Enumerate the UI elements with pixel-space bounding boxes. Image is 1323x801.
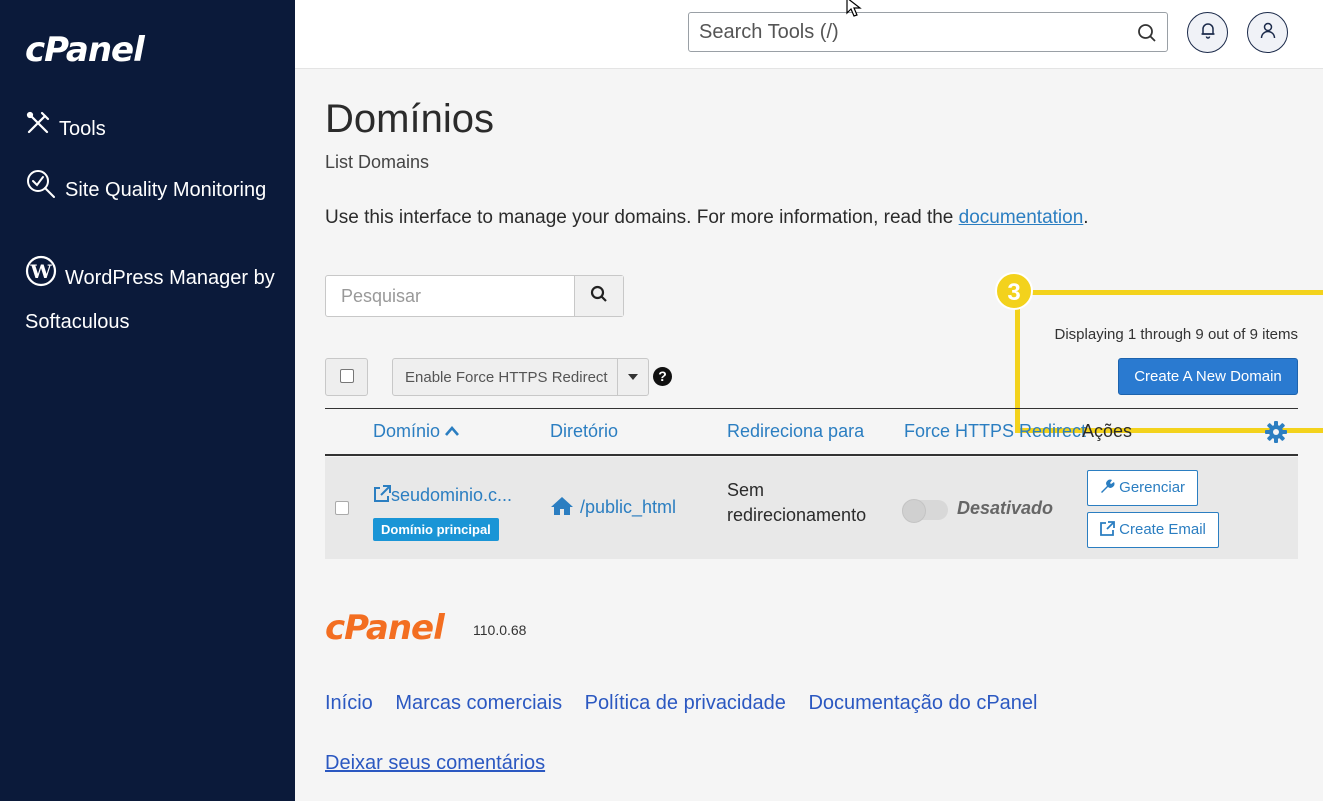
redirect-value: Sem redirecionamento [727,480,867,525]
footer-link-docs[interactable]: Documentação do cPanel [808,692,1037,714]
domain-link[interactable]: seudominio.c... [373,485,512,506]
table-header: Domínio Diretório Redireciona para Force… [325,408,1298,456]
manage-button-label: Gerenciar [1119,479,1186,496]
intro-text-end: . [1083,207,1089,228]
sidebar-item-label: WordPress Manager by Softaculous [25,266,275,333]
footer-cpanel-logo: cPanel [325,608,445,648]
force-https-status: Desativado [957,498,1054,518]
domain-search-input[interactable] [341,286,571,307]
create-email-button[interactable]: Create Email [1087,512,1219,548]
cpanel-logo[interactable]: cPanel [25,30,145,70]
manage-button[interactable]: Gerenciar [1087,470,1199,506]
tools-icon [25,110,51,149]
user-icon [1259,21,1277,44]
page-subtitle: List Domains [325,152,430,172]
domain-name: seudominio.c... [391,485,513,505]
help-icon[interactable]: ? [653,367,672,386]
footer-link-feedback[interactable]: Deixar seus comentários [325,752,545,775]
column-force-https[interactable]: Force HTTPS Redirect [904,421,1086,442]
bulk-https-button[interactable]: Enable Force HTTPS Redirect [392,358,649,396]
bulk-action-dropdown[interactable] [617,359,648,395]
column-domain-label: Domínio [373,421,441,441]
column-actions: Ações [1082,421,1133,441]
page-title: Domínios [325,97,494,141]
version-number: 110.0.68 [473,622,527,638]
intro-text-body: Use this interface to manage your domain… [325,207,959,228]
domain-search-button[interactable] [574,276,623,316]
column-redirect[interactable]: Redireciona para [727,421,864,442]
sidebar-item-tools[interactable]: Tools [25,110,106,149]
primary-domain-badge: Domínio principal [373,518,499,541]
sidebar-item-label: Site Quality Monitoring [65,178,267,201]
gear-icon[interactable] [1265,421,1287,448]
domain-search[interactable] [325,275,624,317]
footer-link-home[interactable]: Início [325,692,373,714]
row-checkbox[interactable] [335,501,349,515]
force-https-toggle[interactable] [902,499,948,523]
step-badge: 3 [995,272,1033,310]
external-link-icon [1100,521,1115,536]
intro-text: Use this interface to manage your domain… [325,207,1089,229]
footer-links: Início Marcas comerciais Política de pri… [325,692,1054,715]
documentation-link[interactable]: documentation [959,207,1084,228]
bulk-https-label: Enable Force HTTPS Redirect [405,369,608,386]
footer-link-privacy[interactable]: Política de privacidade [585,692,786,714]
footer-link-trademarks[interactable]: Marcas comerciais [395,692,562,714]
directory-link[interactable]: /public_html [550,496,676,518]
svg-text:W: W [29,261,52,283]
checkbox-box [340,369,354,383]
sidebar-item-wordpress[interactable]: W WordPress Manager by Softaculous [25,255,275,343]
sidebar: cPanel Tools Site Quality Monitoring W W… [0,0,295,801]
top-header [295,0,1323,69]
search-icon[interactable] [1137,23,1157,48]
sidebar-item-site-quality[interactable]: Site Quality Monitoring [25,168,275,213]
create-email-label: Create Email [1119,521,1206,538]
site-quality-icon [25,168,57,213]
search-icon [590,285,608,308]
wrench-icon [1101,479,1115,493]
table-row: seudominio.c... Domínio principal /publi… [325,457,1298,559]
select-all-checkbox[interactable] [325,358,368,396]
mouse-cursor-icon [846,0,866,24]
sort-up-icon [445,426,460,436]
column-directory[interactable]: Diretório [550,421,618,442]
search-tools-input[interactable] [699,21,1119,44]
search-tools-box[interactable] [688,12,1168,52]
sidebar-item-label: Tools [59,117,106,140]
wordpress-icon: W [25,255,57,302]
bell-icon [1199,21,1217,44]
external-link-icon [374,485,391,502]
user-menu-button[interactable] [1247,12,1288,53]
caret-down-icon [628,374,638,380]
notifications-button[interactable] [1187,12,1228,53]
home-icon [551,497,573,515]
directory-path: /public_html [580,497,677,517]
column-domain[interactable]: Domínio [373,421,460,442]
